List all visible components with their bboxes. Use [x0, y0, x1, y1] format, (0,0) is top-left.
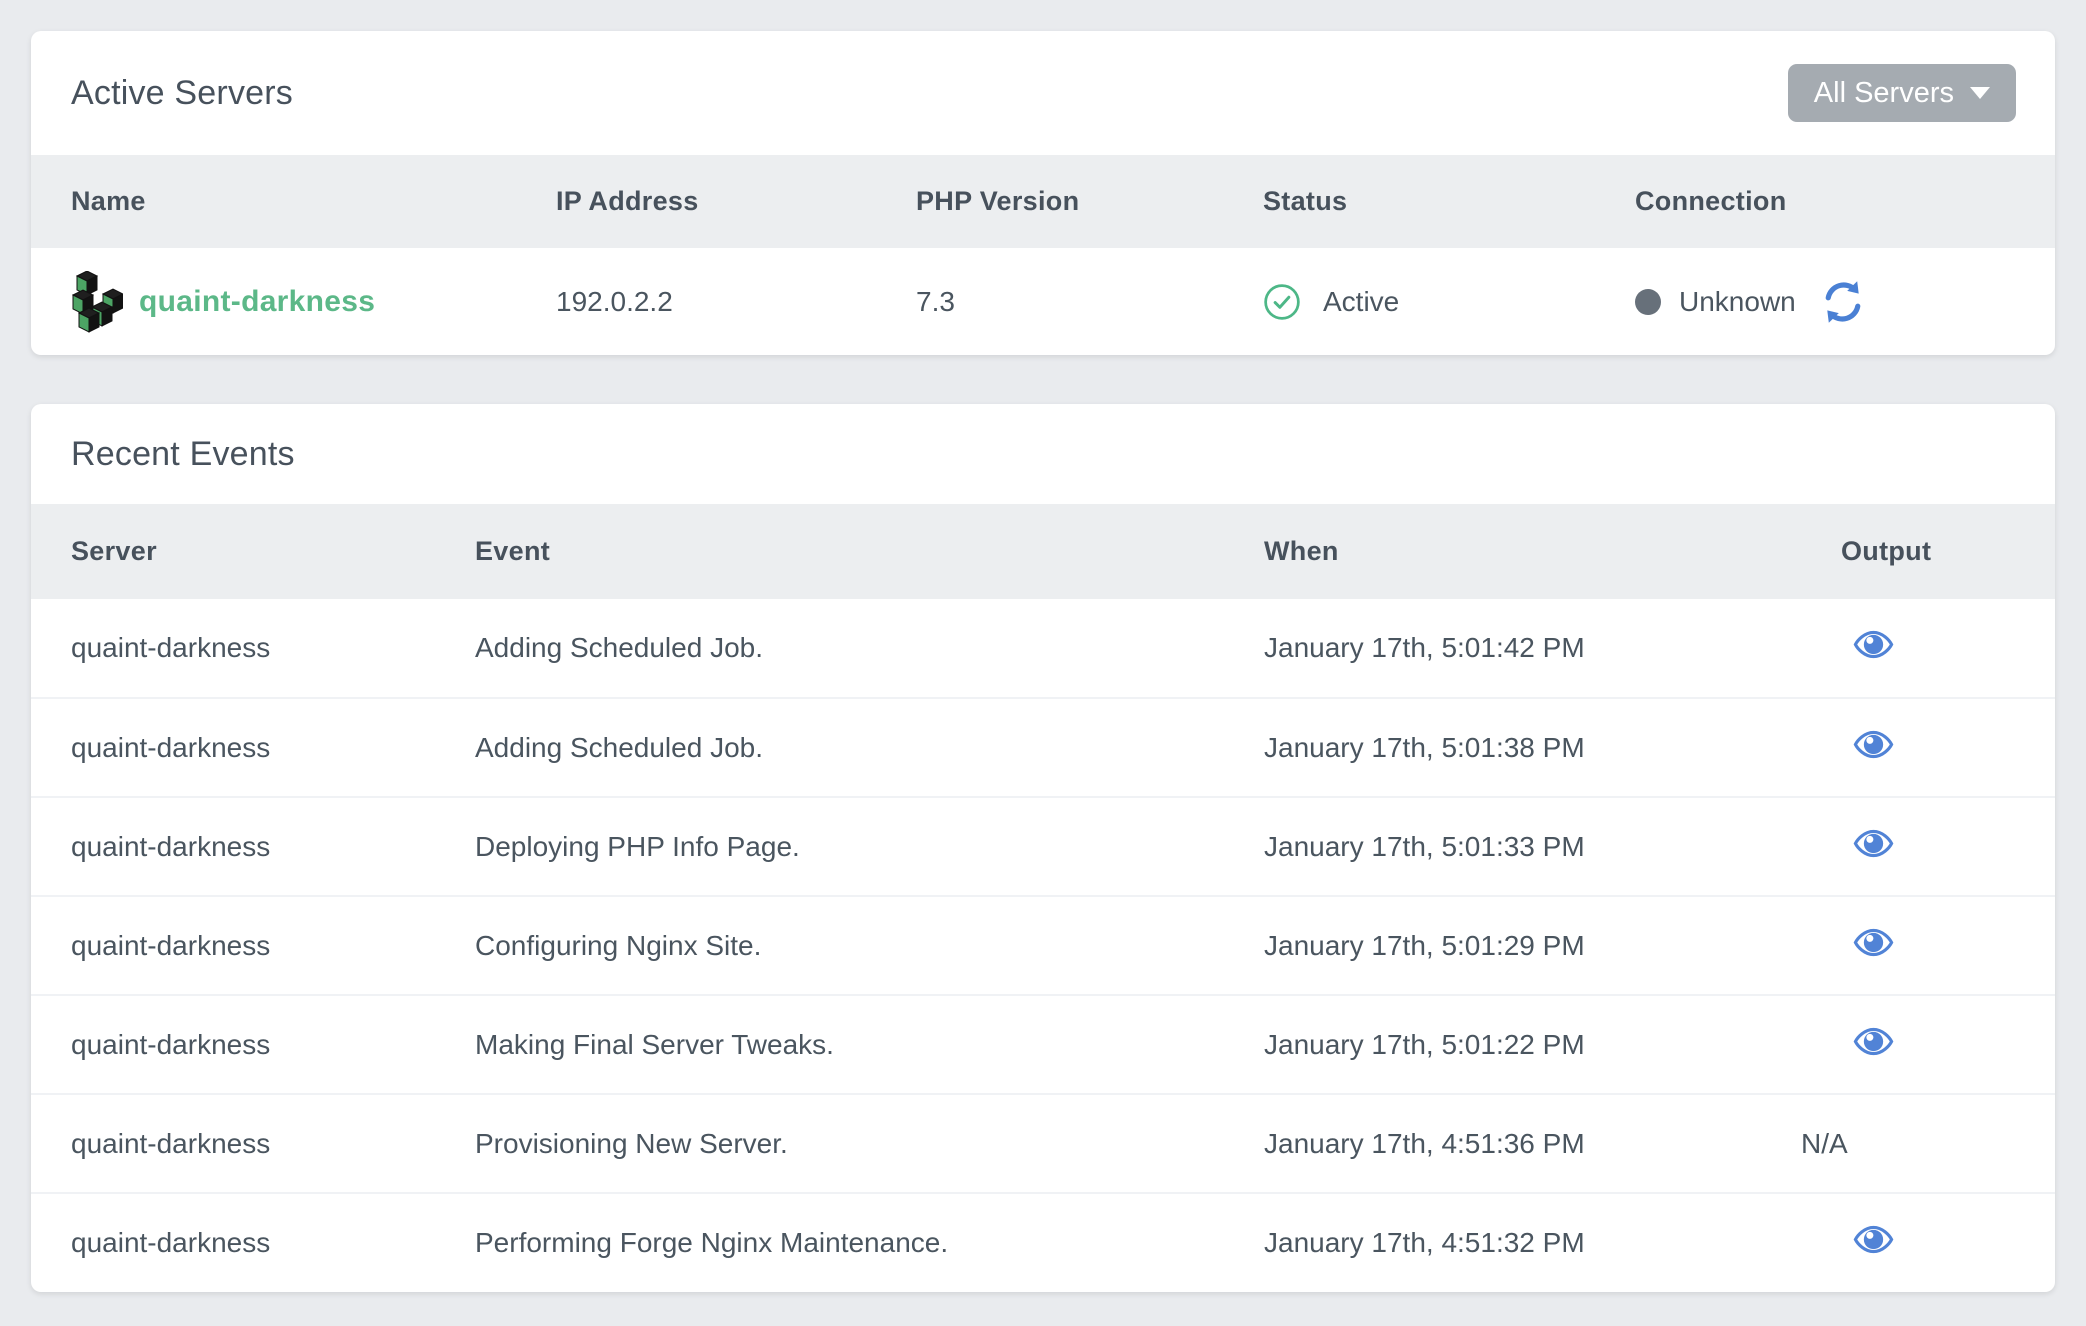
event-name-cell: Deploying PHP Info Page. — [435, 797, 1224, 896]
event-row: quaint-darkness Provisioning New Server.… — [31, 1094, 2055, 1193]
event-output-cell — [1801, 797, 2055, 896]
event-output-cell — [1801, 1193, 2055, 1292]
event-server-cell: quaint-darkness — [31, 896, 435, 995]
column-header-status: Status — [1223, 155, 1595, 248]
server-connection-label: Unknown — [1679, 286, 1796, 318]
event-server-cell: quaint-darkness — [31, 995, 435, 1094]
event-server-cell: quaint-darkness — [31, 599, 435, 698]
event-name-cell: Adding Scheduled Job. — [435, 698, 1224, 797]
eye-icon — [1853, 928, 1894, 957]
servers-header-row: Name IP Address PHP Version Status Conne… — [31, 155, 2055, 248]
check-circle-icon — [1263, 283, 1301, 321]
recent-events-header: Recent Events — [31, 404, 2055, 504]
server-row: quaint-darkness 192.0.2.2 7.3 Active — [31, 248, 2055, 355]
dashboard-page: Active Servers All Servers Name IP Addre… — [0, 0, 2086, 1323]
column-header-output: Output — [1801, 504, 2055, 599]
event-name-cell: Configuring Nginx Site. — [435, 896, 1224, 995]
view-output-button[interactable] — [1853, 730, 1894, 759]
server-connection-cell: Unknown — [1595, 248, 2055, 355]
event-row: quaint-darkness Making Final Server Twea… — [31, 995, 2055, 1094]
server-ip-cell: 192.0.2.2 — [516, 248, 876, 355]
event-name-cell: Making Final Server Tweaks. — [435, 995, 1224, 1094]
gray-dot-icon — [1635, 289, 1661, 315]
active-servers-table: Name IP Address PHP Version Status Conne… — [31, 155, 2055, 355]
active-servers-title: Active Servers — [71, 74, 293, 113]
event-output-cell — [1801, 698, 2055, 797]
event-name-cell: Performing Forge Nginx Maintenance. — [435, 1193, 1224, 1292]
event-row: quaint-darkness Deploying PHP Info Page.… — [31, 797, 2055, 896]
eye-icon — [1853, 1225, 1894, 1254]
event-server-cell: quaint-darkness — [31, 1094, 435, 1193]
recent-events-card: Recent Events Server Event When Output q… — [31, 404, 2055, 1292]
event-output-cell — [1801, 896, 2055, 995]
column-header-connection: Connection — [1595, 155, 2055, 248]
event-output-cell — [1801, 599, 2055, 698]
events-header-row: Server Event When Output — [31, 504, 2055, 599]
event-output-cell — [1801, 995, 2055, 1094]
view-output-button[interactable] — [1853, 829, 1894, 858]
view-output-button[interactable] — [1853, 1027, 1894, 1056]
column-header-event: Event — [435, 504, 1224, 599]
recent-events-table: Server Event When Output quaint-darkness… — [31, 504, 2055, 1292]
event-output-cell: N/A — [1801, 1094, 2055, 1193]
eye-icon — [1853, 1027, 1894, 1056]
active-servers-card: Active Servers All Servers Name IP Addre… — [31, 31, 2055, 355]
chevron-down-icon — [1970, 87, 1990, 99]
view-output-button[interactable] — [1853, 1225, 1894, 1254]
server-provider-cubes-icon — [71, 271, 123, 333]
event-when-cell: January 17th, 5:01:29 PM — [1224, 896, 1801, 995]
server-name-link[interactable]: quaint-darkness — [139, 285, 375, 319]
all-servers-dropdown-label: All Servers — [1814, 77, 1954, 110]
event-name-cell: Adding Scheduled Job. — [435, 599, 1224, 698]
event-server-cell: quaint-darkness — [31, 698, 435, 797]
eye-icon — [1853, 630, 1894, 659]
event-row: quaint-darkness Performing Forge Nginx M… — [31, 1193, 2055, 1292]
event-when-cell: January 17th, 5:01:38 PM — [1224, 698, 1801, 797]
view-output-button[interactable] — [1853, 928, 1894, 957]
eye-icon — [1853, 730, 1894, 759]
view-output-button[interactable] — [1853, 630, 1894, 659]
column-header-name: Name — [31, 155, 516, 248]
event-when-cell: January 17th, 5:01:33 PM — [1224, 797, 1801, 896]
column-header-ip: IP Address — [516, 155, 876, 248]
all-servers-dropdown[interactable]: All Servers — [1788, 64, 2016, 122]
server-status-label: Active — [1323, 286, 1399, 318]
recent-events-title: Recent Events — [71, 435, 295, 474]
event-row: quaint-darkness Adding Scheduled Job. Ja… — [31, 599, 2055, 698]
event-when-cell: January 17th, 5:01:42 PM — [1224, 599, 1801, 698]
column-header-when: When — [1224, 504, 1801, 599]
refresh-connection-icon[interactable] — [1820, 279, 1866, 325]
column-header-server: Server — [31, 504, 435, 599]
event-when-cell: January 17th, 4:51:32 PM — [1224, 1193, 1801, 1292]
server-name-cell: quaint-darkness — [31, 248, 516, 355]
server-php-cell: 7.3 — [876, 248, 1223, 355]
event-when-cell: January 17th, 5:01:22 PM — [1224, 995, 1801, 1094]
eye-icon — [1853, 829, 1894, 858]
event-row: quaint-darkness Adding Scheduled Job. Ja… — [31, 698, 2055, 797]
event-row: quaint-darkness Configuring Nginx Site. … — [31, 896, 2055, 995]
active-servers-header: Active Servers All Servers — [31, 31, 2055, 155]
event-server-cell: quaint-darkness — [31, 797, 435, 896]
column-header-php: PHP Version — [876, 155, 1223, 248]
event-when-cell: January 17th, 4:51:36 PM — [1224, 1094, 1801, 1193]
event-server-cell: quaint-darkness — [31, 1193, 435, 1292]
event-name-cell: Provisioning New Server. — [435, 1094, 1224, 1193]
server-status-cell: Active — [1223, 248, 1595, 355]
